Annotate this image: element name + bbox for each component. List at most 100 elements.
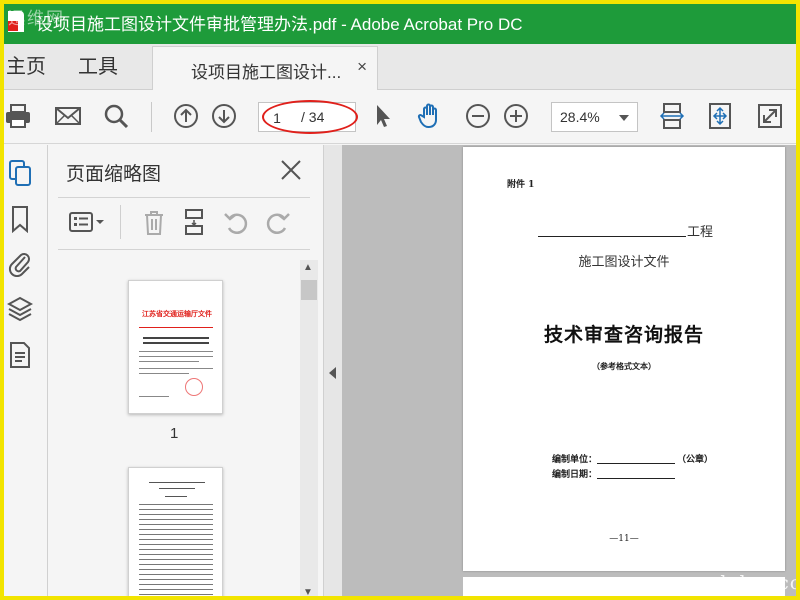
attachments-icon[interactable] xyxy=(6,247,34,279)
thumbnails-panel: 页面缩略图 江苏省交通运输厅文件 1 ▲ ▼ xyxy=(48,145,324,600)
panel-divider xyxy=(58,197,310,198)
annex-label: 附件 1 xyxy=(507,180,535,190)
panel-divider-2 xyxy=(58,249,310,250)
thumbnail-scrollbar[interactable]: ▲ ▼ xyxy=(300,260,318,600)
thumbnail-textline xyxy=(139,544,213,545)
thumbnail-redline xyxy=(139,327,213,328)
thumbnail-textline xyxy=(139,519,213,520)
thumbnail-textline xyxy=(139,559,213,560)
tab-bar: 主页 工具 设项目施工图设计... × xyxy=(0,44,800,90)
zoom-in-icon[interactable] xyxy=(500,100,532,132)
rotate-left-icon[interactable] xyxy=(220,205,252,239)
thumbnail-textline xyxy=(139,514,213,515)
page-thumbnail-1[interactable]: 江苏省交通运输厅文件 xyxy=(128,280,223,414)
close-tab-icon[interactable]: × xyxy=(357,57,367,77)
panel-tool-separator xyxy=(120,205,121,239)
search-icon[interactable] xyxy=(100,100,132,132)
bookmarks-icon[interactable] xyxy=(6,203,34,235)
seal-note: （公章） xyxy=(677,455,714,465)
hand-tool-icon[interactable] xyxy=(414,100,446,132)
unit-label: 编制单位： xyxy=(552,455,598,465)
thumbnail-heading: 江苏省交通运输厅文件 xyxy=(142,311,212,318)
window-title: 设项目施工图设计文件审批管理办法.pdf - Adobe Acrobat Pro… xyxy=(36,14,523,34)
watermark-top: 迅维网 xyxy=(8,9,65,29)
email-icon[interactable] xyxy=(52,100,84,132)
tab-document-label: 设项目施工图设计... xyxy=(191,63,342,82)
zoom-value: 28.4% xyxy=(560,109,600,125)
thumbnail-textline xyxy=(139,579,213,580)
thumbnail-textline xyxy=(143,337,209,339)
panel-title: 页面缩略图 xyxy=(66,164,162,185)
thumbnail-textline xyxy=(139,356,213,357)
thumbnail-textline xyxy=(139,584,213,585)
tab-tools[interactable]: 工具 xyxy=(78,44,118,90)
toolbar: / 34 28.4% xyxy=(0,90,800,144)
print-icon[interactable] xyxy=(2,100,34,132)
scrollbar-thumb[interactable] xyxy=(301,280,317,300)
project-name-blank xyxy=(538,236,686,237)
rotate-right-icon[interactable] xyxy=(262,205,294,239)
unit-blank xyxy=(597,463,675,464)
toolbar-separator xyxy=(151,102,152,132)
title-bar: 设项目施工图设计文件审批管理办法.pdf - Adobe Acrobat Pro… xyxy=(0,0,800,44)
page-thumbnail-2[interactable] xyxy=(128,467,223,600)
thumbnail-textline xyxy=(139,574,213,575)
next-page-icon[interactable] xyxy=(208,100,240,132)
format-note: （参考格式文本） xyxy=(592,361,656,371)
thumbnail-textline xyxy=(139,509,213,510)
thumbnail-textline xyxy=(143,342,209,344)
thumbnail-page-number: 1 xyxy=(170,425,179,442)
thumbnail-textline xyxy=(139,549,213,550)
document-view[interactable]: 附件 1 工程 施工图设计文件 技术审查咨询报告 （参考格式文本） 编制单位： … xyxy=(342,145,800,600)
delete-page-icon[interactable] xyxy=(138,205,170,239)
insert-page-icon[interactable] xyxy=(178,205,210,239)
thumbnail-options-icon[interactable] xyxy=(66,205,110,239)
tab-home[interactable]: 主页 xyxy=(6,44,46,90)
content-icon[interactable] xyxy=(6,339,34,371)
thumbnail-textline xyxy=(139,569,213,570)
tab-document[interactable]: 设项目施工图设计... × xyxy=(152,46,378,90)
thumbnail-seal xyxy=(185,378,203,396)
thumbnail-textline xyxy=(139,373,189,374)
layers-icon[interactable] xyxy=(6,293,34,325)
watermark-bottom: www.chdao.com xyxy=(652,572,800,594)
thumbnail-textline xyxy=(149,482,205,483)
thumbnail-textline xyxy=(139,529,213,530)
page-footer-number: —11— xyxy=(609,534,639,544)
thumbnail-textline xyxy=(159,488,195,489)
fit-page-icon[interactable] xyxy=(704,100,736,132)
document-subtitle: 施工图设计文件 xyxy=(578,255,670,270)
select-cursor-icon[interactable] xyxy=(366,100,398,132)
zoom-out-icon[interactable] xyxy=(462,100,494,132)
scroll-up-icon[interactable]: ▲ xyxy=(303,262,313,273)
thumbnail-textline xyxy=(139,368,213,369)
thumbnail-textline xyxy=(139,396,169,397)
thumbnail-textline xyxy=(139,564,213,565)
thumbnail-textline xyxy=(139,589,213,590)
annotation-red-ellipse xyxy=(262,100,358,134)
document-main-title: 技术审查咨询报告 xyxy=(543,324,704,346)
thumbnail-textline xyxy=(139,534,213,535)
thumbnail-textline xyxy=(139,351,213,352)
page-thumbnails-icon[interactable] xyxy=(6,157,34,189)
left-icon-rail xyxy=(0,145,48,600)
date-label: 编制日期： xyxy=(552,470,598,480)
chevron-down-icon xyxy=(619,115,629,121)
thumbnail-textline xyxy=(139,594,213,595)
thumbnail-textline xyxy=(139,524,213,525)
thumbnail-textline xyxy=(139,539,213,540)
previous-page-icon[interactable] xyxy=(170,100,202,132)
panel-collapse-handle[interactable] xyxy=(324,145,342,600)
fit-width-icon[interactable] xyxy=(656,100,688,132)
close-icon[interactable] xyxy=(278,157,304,183)
thumbnail-textline xyxy=(139,554,213,555)
thumbnail-textline xyxy=(139,361,199,362)
date-blank xyxy=(597,478,675,479)
full-screen-icon[interactable] xyxy=(754,100,786,132)
zoom-dropdown[interactable]: 28.4% xyxy=(551,102,638,132)
thumbnail-textline xyxy=(139,504,213,505)
pdf-page: 附件 1 工程 施工图设计文件 技术审查咨询报告 （参考格式文本） 编制单位： … xyxy=(463,147,785,571)
collapse-arrow-icon xyxy=(329,367,336,379)
project-suffix: 工程 xyxy=(687,225,714,240)
scroll-down-icon[interactable]: ▼ xyxy=(303,587,313,598)
